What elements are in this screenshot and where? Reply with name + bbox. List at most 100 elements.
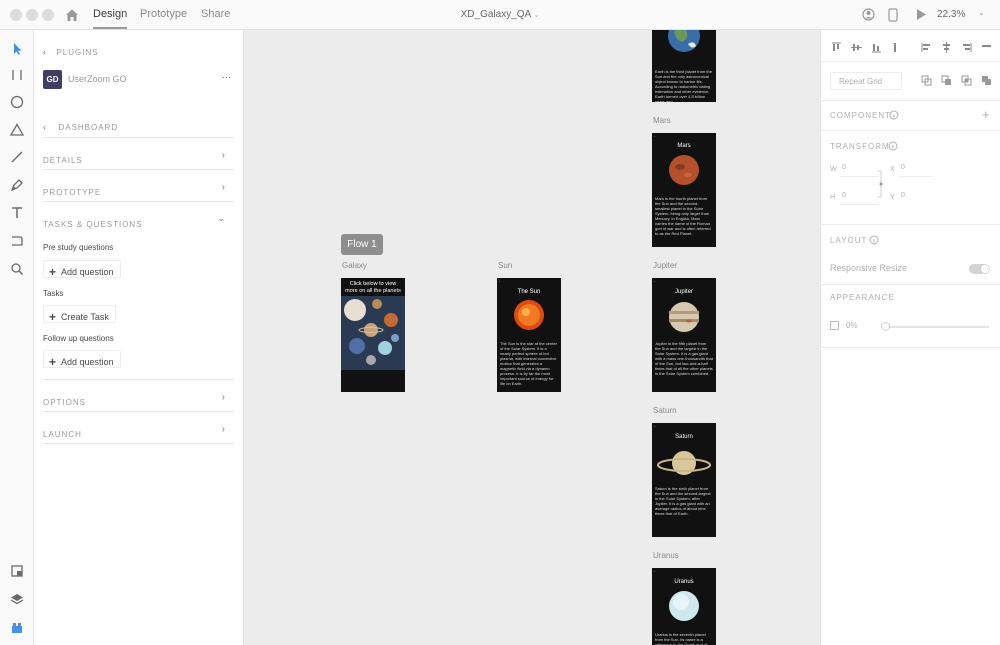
chevron-right-icon: › [221, 182, 225, 193]
sun-image [514, 300, 544, 330]
chevron-left-icon: ‹ [43, 47, 46, 57]
artboard-label-mars[interactable]: Mars [653, 116, 671, 125]
divider [43, 411, 235, 412]
opacity-checkbox[interactable] [830, 321, 839, 330]
back-link: ‹ [654, 279, 655, 283]
section-options[interactable]: OPTIONS › [43, 392, 235, 407]
artboard-icon[interactable] [8, 66, 26, 84]
user-icon[interactable] [862, 8, 875, 21]
dashboard-back-link[interactable]: ‹ DASHBOARD [43, 117, 235, 135]
mobile-preview-icon[interactable] [888, 8, 898, 22]
triangle-icon[interactable] [8, 121, 26, 139]
x-label: X [890, 166, 895, 173]
artboard-mars[interactable]: ‹ Mars Mars is the fourth planet from th… [652, 133, 716, 247]
add-follow-up-question-button[interactable]: + Add question [43, 350, 121, 369]
repeat-grid-button[interactable]: Repeat Grid [830, 72, 902, 90]
chevron-down-icon[interactable]: ⌄ [978, 8, 985, 17]
section-details[interactable]: DETAILS › [43, 150, 235, 165]
artboard-sun[interactable]: ‹ The Sun The Sun is the star at the cen… [497, 278, 561, 392]
y-field[interactable]: 0 [901, 192, 905, 199]
section-label: DETAILS [43, 156, 83, 165]
responsive-resize-toggle[interactable] [969, 264, 990, 274]
assets-icon[interactable] [8, 618, 26, 636]
distribute-vertical-icon[interactable] [891, 42, 902, 53]
artboard-label-uranus[interactable]: Uranus [653, 551, 679, 560]
document-title[interactable]: XD_Galaxy_QA ⌄ [0, 9, 1000, 20]
layers-icon[interactable] [8, 590, 26, 608]
align-right-icon[interactable] [961, 42, 972, 53]
uranus-title: Uranus [674, 579, 694, 585]
design-canvas[interactable]: Flow 1 Galaxy Click below to view more o… [244, 30, 820, 645]
lock-aspect-icon[interactable] [876, 170, 884, 198]
plugins-icon[interactable] [8, 562, 26, 580]
opacity-value[interactable]: 0% [846, 321, 858, 330]
boolean-intersect-icon[interactable] [961, 75, 972, 86]
chevron-down-icon: ⌄ [533, 12, 540, 19]
width-field[interactable]: 0 [842, 164, 846, 171]
align-left-icon[interactable] [921, 42, 932, 53]
artboard-saturn[interactable]: ‹ Saturn Saturn is the sixth planet from… [652, 423, 716, 537]
artboard-earth[interactable]: Earth is the third planet from the Sun a… [652, 30, 716, 102]
section-label: LAUNCH [43, 430, 82, 439]
sun-title: The Sun [517, 289, 541, 295]
jupiter-image [669, 302, 699, 332]
mars-title: Mars [677, 143, 691, 149]
align-middle-icon[interactable] [851, 42, 862, 53]
zoom-level[interactable]: 22.3% [937, 9, 965, 20]
artboard-label-jupiter[interactable]: Jupiter [653, 261, 677, 270]
chevron-left-icon: ‹ [43, 122, 46, 132]
select-icon[interactable] [8, 40, 26, 58]
add-component-icon[interactable]: + [982, 107, 990, 122]
ellipse-icon[interactable] [8, 93, 26, 111]
align-center-icon[interactable] [941, 42, 952, 53]
tasks-label: Tasks [43, 289, 64, 298]
opacity-slider-knob[interactable] [881, 322, 890, 331]
more-options-icon[interactable]: ··· [222, 72, 231, 82]
create-task-button[interactable]: + Create Task [43, 305, 116, 324]
artboard-jupiter[interactable]: ‹ Jupiter Jupiter is the fifth planet fr… [652, 278, 716, 392]
artboard-uranus[interactable]: ‹ Uranus Uranus is the seventh planet fr… [652, 568, 716, 645]
x-field[interactable]: 0 [901, 164, 905, 171]
opacity-slider-track[interactable] [881, 326, 989, 328]
plus-icon: + [49, 310, 57, 324]
plugins-back-link[interactable]: ‹ PLUGINS [43, 42, 235, 60]
y-label: Y [890, 194, 895, 201]
chevron-right-icon: › [221, 424, 225, 435]
info-icon[interactable] [869, 235, 879, 245]
text-icon[interactable] [8, 204, 26, 222]
distribute-horizontal-icon[interactable] [981, 42, 992, 53]
pre-study-label: Pre study questions [43, 243, 114, 252]
artboard-label-saturn[interactable]: Saturn [653, 406, 677, 415]
flow-label[interactable]: Flow 1 [341, 234, 383, 255]
artboard-galaxy[interactable]: Click below to view more on all the plan… [341, 278, 405, 392]
mars-image [669, 155, 699, 185]
boolean-exclude-icon[interactable] [981, 75, 992, 86]
play-icon[interactable] [915, 8, 927, 21]
button-label: Add question [61, 357, 114, 367]
section-prototype[interactable]: PROTOTYPE › [43, 182, 235, 197]
height-field[interactable]: 0 [842, 192, 846, 199]
section-launch[interactable]: LAUNCH › [43, 424, 235, 439]
section-label: OPTIONS [43, 398, 87, 407]
info-icon[interactable] [889, 110, 899, 120]
line-icon[interactable] [8, 148, 26, 166]
button-label: Create Task [61, 312, 109, 322]
align-bottom-icon[interactable] [871, 42, 882, 53]
plugin-panel: ‹ PLUGINS GD UserZoom GO ··· ‹ DASHBOARD… [34, 30, 244, 645]
align-top-icon[interactable] [831, 42, 842, 53]
boolean-add-icon[interactable] [921, 75, 932, 86]
artboard-label-sun[interactable]: Sun [498, 261, 512, 270]
boolean-subtract-icon[interactable] [941, 75, 952, 86]
zoom-icon[interactable] [8, 260, 26, 278]
pen-icon[interactable] [8, 176, 26, 194]
saturn-title: Saturn [675, 434, 693, 440]
plus-icon: + [49, 355, 57, 369]
section-tasks-questions[interactable]: TASKS & QUESTIONS ⌄ [43, 213, 235, 229]
add-pre-study-question-button[interactable]: + Add question [43, 260, 121, 279]
responsive-resize-label: Responsive Resize [830, 263, 908, 273]
rectangle-tool-icon[interactable] [8, 232, 26, 250]
plugin-name: UserZoom GO [68, 74, 127, 84]
artboard-label-galaxy[interactable]: Galaxy [342, 261, 367, 270]
jupiter-description: Jupiter is the fifth planet from the Sun… [655, 341, 713, 376]
info-icon[interactable] [888, 141, 898, 151]
